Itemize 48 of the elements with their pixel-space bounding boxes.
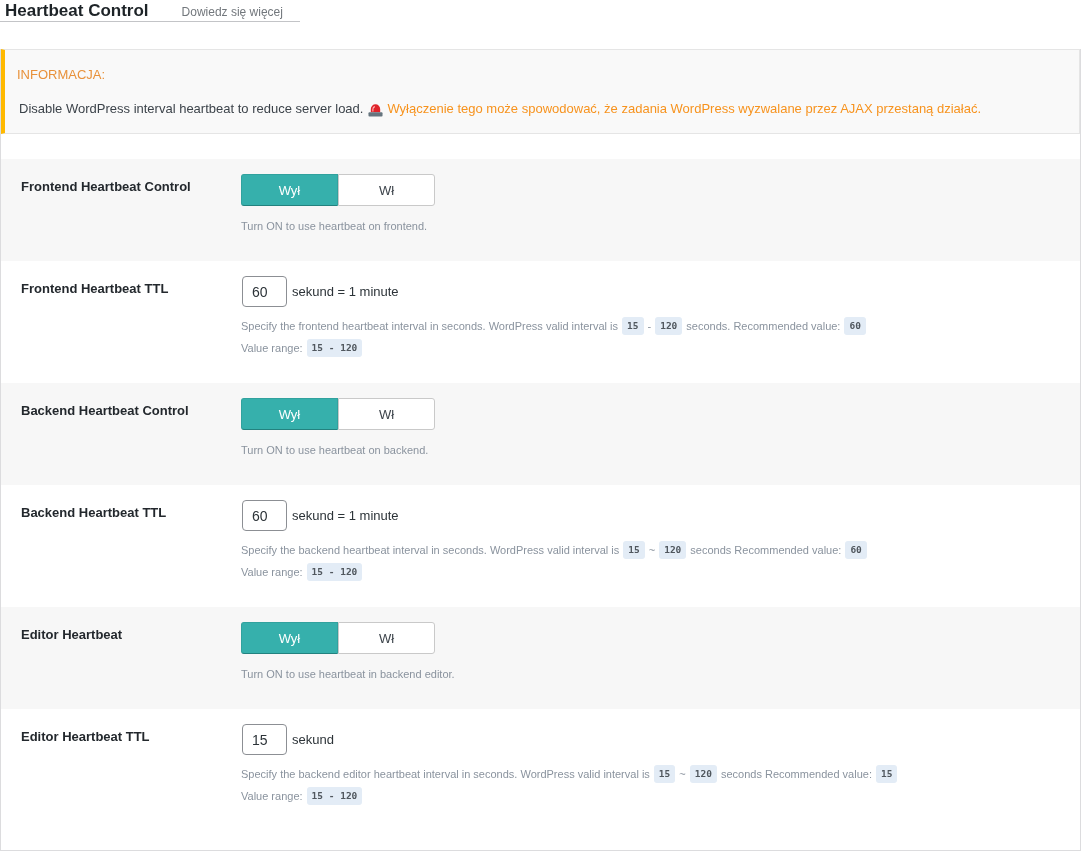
unit-text: sekund = 1 minute — [292, 284, 399, 299]
code-snippet: 15 - 120 — [306, 339, 363, 357]
setting-label: Frontend Heartbeat Control — [21, 178, 192, 196]
setting-label: Editor Heartbeat — [21, 626, 124, 644]
learn-more-link[interactable]: Dowiedz się więcej — [181, 4, 283, 20]
toggle-option[interactable]: Wł — [338, 398, 435, 430]
code-snippet: 15 — [875, 765, 898, 783]
setting-label: Frontend Heartbeat TTL — [21, 280, 170, 298]
help-text: ~ — [679, 768, 686, 780]
help-text: Turn ON to use heartbeat on backend. — [241, 444, 429, 456]
help-text: Value range: — [241, 790, 303, 802]
code-snippet: 15 — [653, 765, 676, 783]
code-snippet: 60 — [845, 541, 867, 559]
toggle-option[interactable]: Wł — [338, 174, 435, 206]
code-snippet: 120 — [659, 541, 687, 559]
help-text: Value range: — [241, 342, 303, 354]
setting-label: Backend Heartbeat TTL — [21, 504, 168, 522]
code-snippet: 120 — [655, 317, 683, 335]
number-field[interactable]: 15 — [242, 724, 287, 755]
code-snippet: 15 - 120 — [306, 787, 363, 805]
help-text: Turn ON to use heartbeat on frontend. — [241, 220, 428, 232]
help-text: Specify the backend heartbeat interval in seconds. WordPress valid interval is — [241, 544, 620, 556]
page-title: Heartbeat Control — [5, 1, 149, 21]
notice-label: INFORMACJA: — [17, 66, 106, 84]
notice-text: Disable WordPress interval heartbeat to reduce server load. — [19, 100, 364, 118]
help-text: ~ — [648, 544, 656, 556]
help-text: seconds Recommended value: — [690, 544, 842, 556]
help-text: - — [647, 320, 652, 332]
unit-text: sekund = 1 minute — [292, 508, 399, 523]
help-text: Value range: — [241, 566, 303, 578]
toggle-option[interactable]: Wł — [338, 622, 435, 654]
siren-icon — [368, 101, 384, 117]
unit-text: sekund — [292, 732, 334, 747]
help-text: seconds. Recommended value: — [686, 320, 841, 332]
code-snippet: 15 — [622, 317, 644, 335]
number-field[interactable]: 60 — [242, 500, 287, 531]
help-text: Specify the backend editor heartbeat interval in seconds. WordPress valid interval is — [241, 768, 650, 780]
help-text: Turn ON to use heartbeat in backend editor. — [241, 668, 455, 680]
code-snippet: 60 — [844, 317, 866, 335]
help-text: Specify the frontend heartbeat interval in seconds. WordPress valid interval is — [241, 320, 619, 332]
code-snippet: 15 — [623, 541, 645, 559]
code-snippet: 15 - 120 — [306, 563, 363, 581]
code-snippet: 120 — [689, 765, 717, 783]
number-field[interactable]: 60 — [242, 276, 287, 307]
setting-label: Backend Heartbeat Control — [21, 402, 190, 420]
help-text: seconds Recommended value: — [720, 768, 872, 780]
setting-label: Editor Heartbeat TTL — [21, 728, 151, 746]
warning-text: Wyłączenie tego może spowodować, że zadania WordPress wyzwalane przez AJAX przestaną działać. — [387, 100, 982, 118]
